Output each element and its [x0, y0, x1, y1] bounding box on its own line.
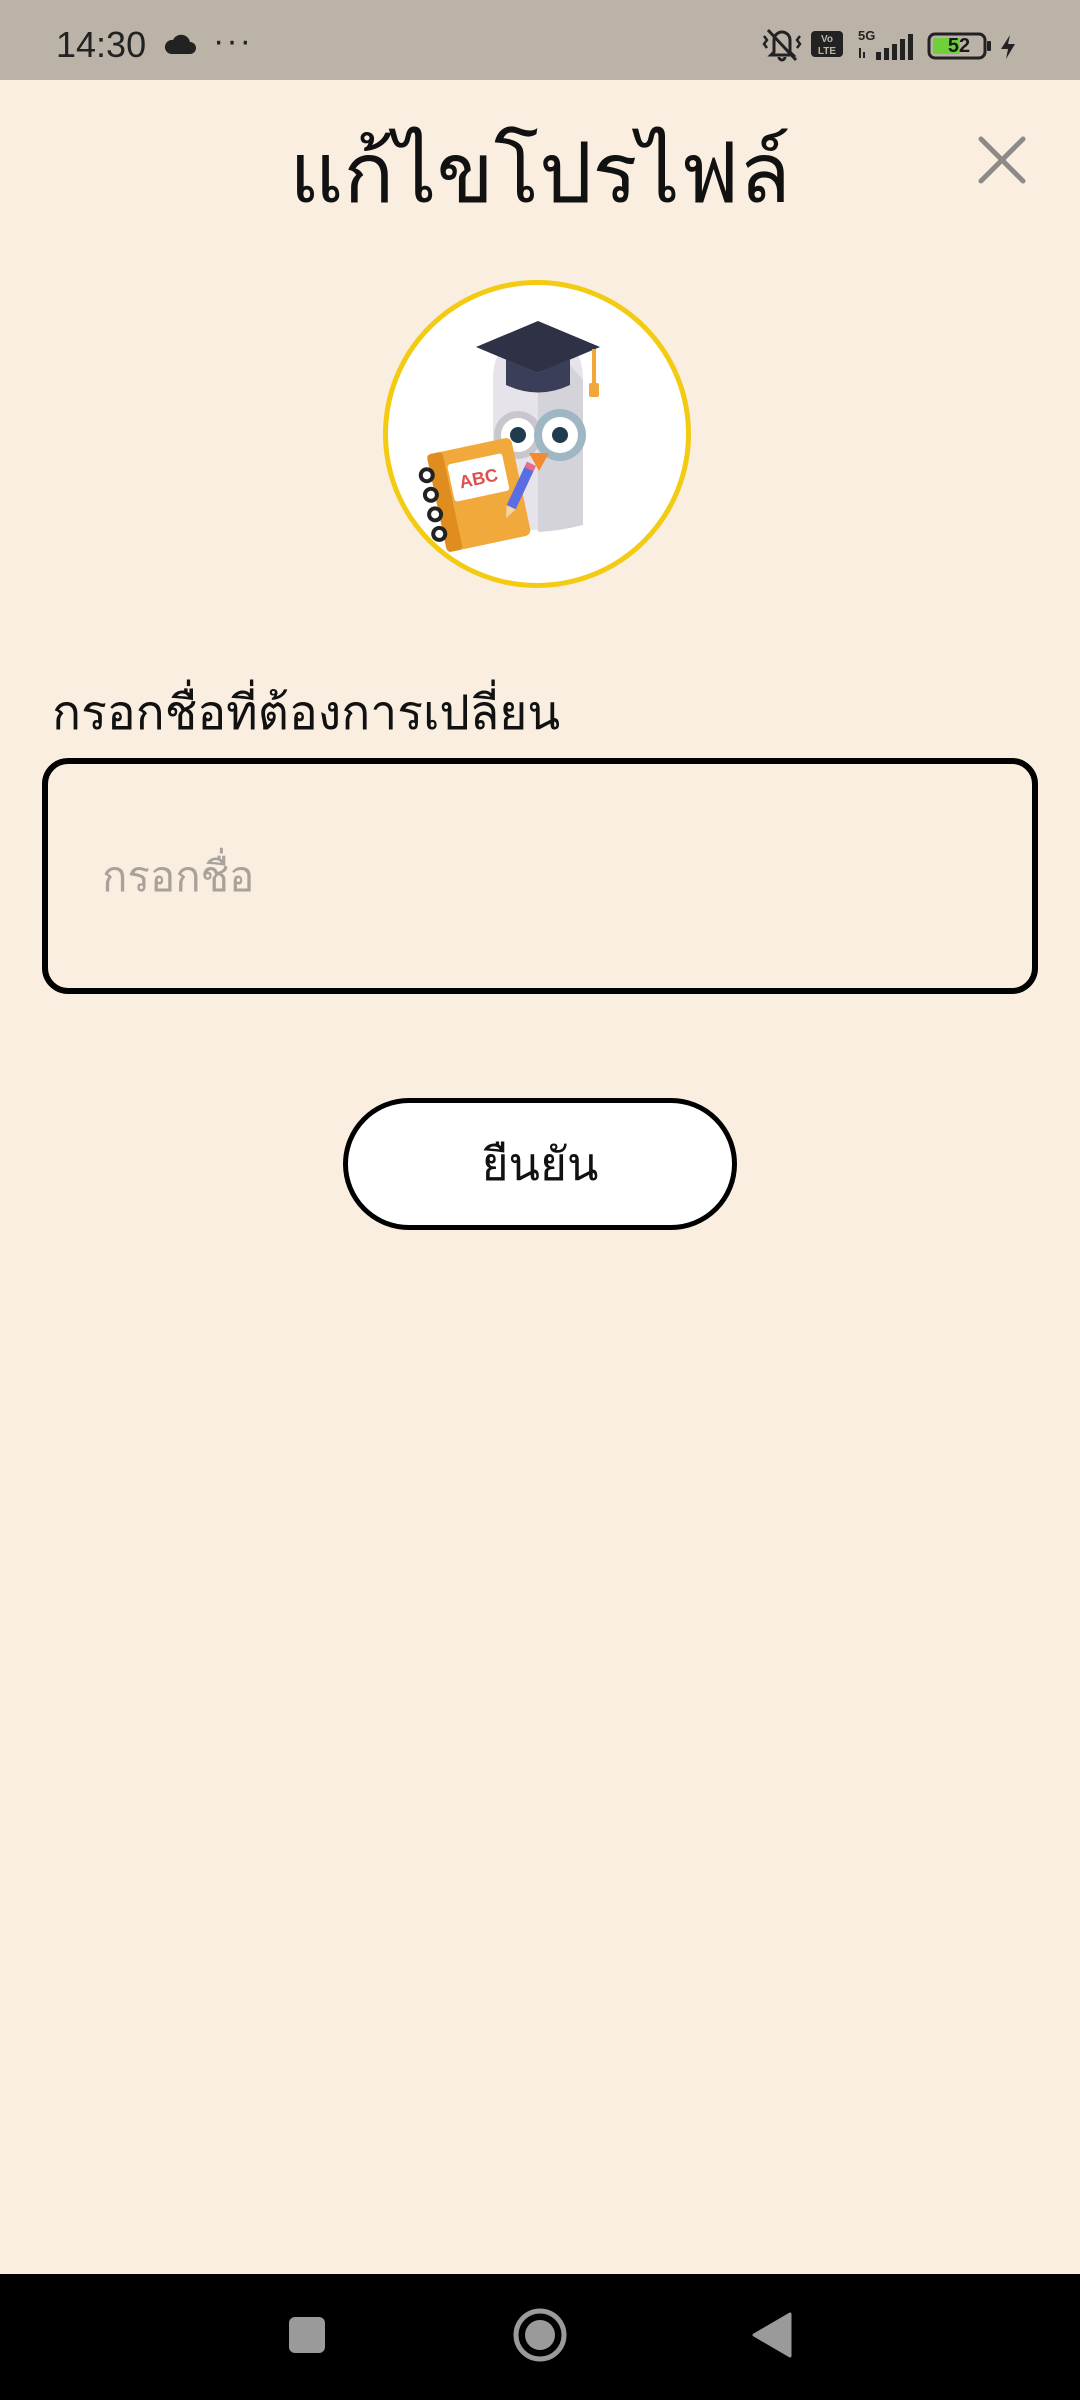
back-triangle-icon: [750, 2311, 794, 2363]
recents-button[interactable]: [247, 2274, 367, 2400]
name-field-label: กรอกชื่อที่ต้องการเปลี่ยน: [52, 685, 561, 741]
navigation-bar: [0, 2274, 1080, 2400]
home-circle-icon: [512, 2307, 568, 2367]
cloud-icon: [163, 34, 197, 60]
name-field[interactable]: [42, 758, 1038, 994]
status-time: 14:30: [56, 24, 147, 65]
status-bar: 14:30 ··· Vo LTE 5G 52: [0, 0, 1080, 80]
home-button[interactable]: [480, 2274, 600, 2400]
signal-5g-icon: 5G: [856, 28, 918, 66]
back-button[interactable]: [712, 2274, 832, 2400]
battery-level: 52: [947, 35, 971, 57]
more-notifications-icon: ···: [213, 22, 253, 60]
svg-text:LTE: LTE: [818, 46, 836, 57]
svg-text:Vo: Vo: [821, 34, 833, 45]
mute-vibrate-icon: [760, 26, 804, 66]
owl-graduate-avatar-icon: ABC: [418, 321, 600, 552]
recents-square-icon: [287, 2315, 327, 2359]
volte-icon: Vo LTE: [810, 30, 844, 62]
svg-text:5G: 5G: [858, 28, 875, 43]
confirm-button[interactable]: ยืนยัน: [343, 1098, 737, 1230]
close-icon: [977, 135, 1027, 189]
page-title: แก้ไขโปรไฟล์: [289, 124, 791, 222]
charging-icon: [998, 34, 1018, 64]
close-button[interactable]: [964, 124, 1040, 200]
avatar[interactable]: ABC: [383, 280, 691, 588]
name-input[interactable]: [102, 764, 982, 988]
